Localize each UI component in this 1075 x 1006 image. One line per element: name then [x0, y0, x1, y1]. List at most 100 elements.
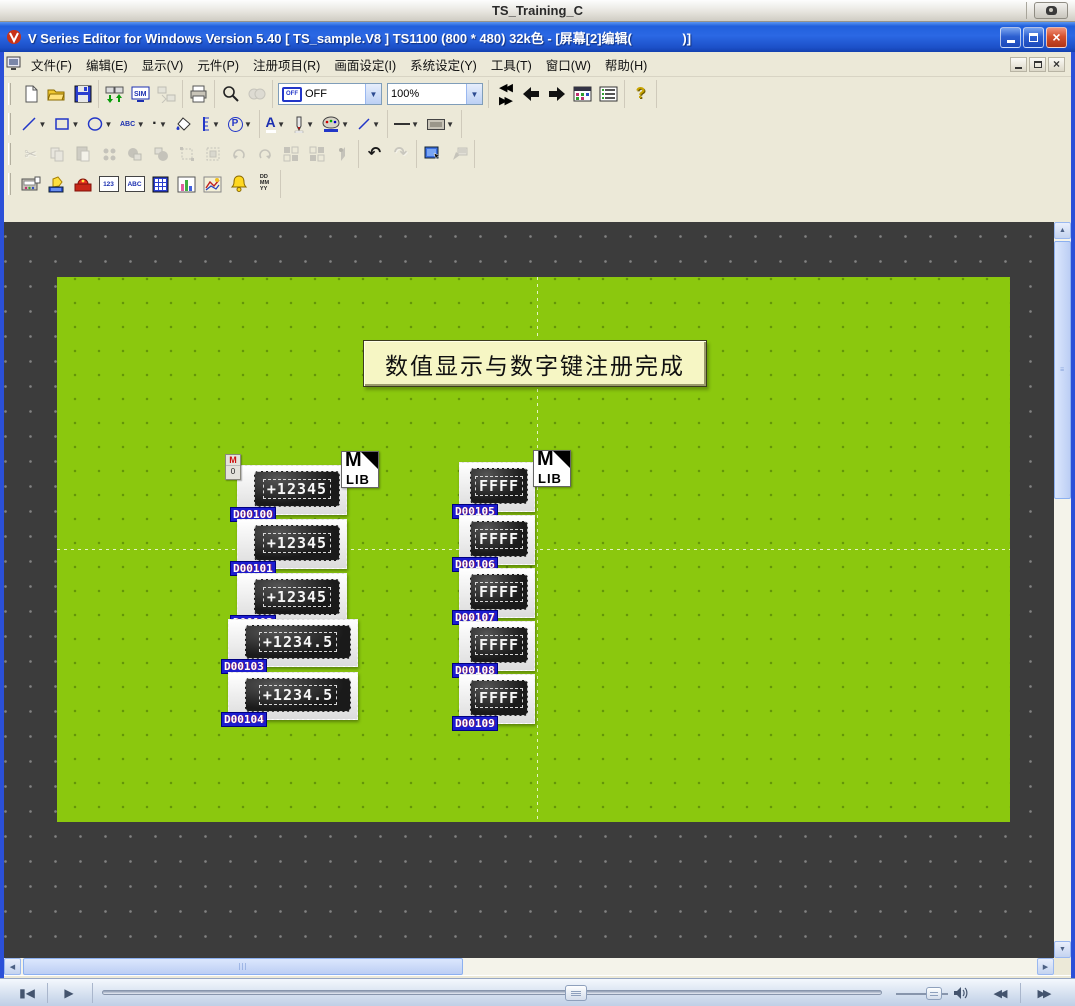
text-display-part-button[interactable]: ABC	[122, 172, 147, 197]
rotate-right-button[interactable]	[252, 142, 277, 167]
line-style-button[interactable]: ▼	[391, 112, 423, 137]
hex-display-d00106[interactable]: FFFF D00106	[459, 515, 535, 565]
upload-transfer-button[interactable]	[154, 82, 179, 107]
align-button[interactable]	[278, 142, 303, 167]
alarm-part-button[interactable]	[70, 172, 95, 197]
chevron-down-icon[interactable]: ▼	[136, 120, 145, 129]
chevron-down-icon[interactable]: ▼	[306, 120, 315, 129]
menu-tools[interactable]: 工具(T)	[484, 52, 539, 77]
ellipse-tool-button[interactable]: ▼	[84, 112, 116, 137]
simulator-button[interactable]: SIM	[128, 82, 153, 107]
dot-tool-button[interactable]: ·▼	[149, 112, 170, 137]
scroll-right-button[interactable]: ▶	[1037, 958, 1054, 975]
open-file-button[interactable]	[44, 82, 69, 107]
lamp-part-button[interactable]	[44, 172, 69, 197]
cut-button[interactable]: ✂	[18, 142, 43, 167]
item-list-button[interactable]	[596, 82, 621, 107]
chevron-down-icon[interactable]: ▼	[372, 120, 381, 129]
numeric-display-d00101[interactable]: +12345 D00101	[237, 519, 347, 569]
paint-tool-button[interactable]	[172, 112, 197, 137]
menu-screen-setting[interactable]: 画面设定(I)	[327, 52, 403, 77]
chevron-down-icon[interactable]: ▼	[212, 120, 221, 129]
vertical-scroll-thumb[interactable]: ≡	[1054, 241, 1071, 499]
text-color-button[interactable]: A▼	[263, 112, 289, 137]
vertical-scrollbar[interactable]: ▲ ≡ ▼	[1054, 222, 1071, 958]
fill-style-button[interactable]: ▼	[424, 112, 458, 137]
chevron-down-icon[interactable]: ▼	[38, 120, 47, 129]
horizontal-scroll-thumb[interactable]: |||	[23, 958, 463, 975]
hex-display-d00109[interactable]: FFFF D00109	[459, 674, 535, 724]
help-button[interactable]: ?	[628, 82, 653, 107]
scroll-up-button[interactable]: ▲	[1054, 222, 1071, 239]
item-edit-button[interactable]	[446, 142, 471, 167]
keypad-part-button[interactable]	[148, 172, 173, 197]
chevron-down-icon[interactable]: ▼	[411, 120, 420, 129]
distribute-button[interactable]	[304, 142, 329, 167]
menu-system-setting[interactable]: 系统设定(Y)	[403, 52, 484, 77]
play-button[interactable]: ▶	[50, 982, 88, 1004]
reduce-button[interactable]	[200, 142, 225, 167]
numeric-display-d00104[interactable]: +1234.5 D00104	[228, 672, 358, 720]
screen-select-button[interactable]	[420, 142, 445, 167]
rotate-left-button[interactable]	[226, 142, 251, 167]
bell-part-button[interactable]	[226, 172, 251, 197]
jump-button[interactable]: ◀◀▶▶	[492, 82, 517, 107]
shape-front-button[interactable]	[122, 142, 147, 167]
point-edit-button[interactable]	[330, 142, 355, 167]
player-camera-button[interactable]	[1034, 2, 1068, 19]
mdi-minimize-button[interactable]	[1010, 57, 1027, 72]
off-state-selector[interactable]: OFF OFF ▼	[278, 83, 382, 105]
chevron-down-icon[interactable]: ▼	[277, 120, 286, 129]
menu-file[interactable]: 文件(F)	[24, 52, 79, 77]
parts-tool-button[interactable]: P▼	[225, 112, 256, 137]
mdi-close-button[interactable]: ×	[1048, 57, 1065, 72]
print-button[interactable]	[186, 82, 211, 107]
switch-part-button[interactable]	[18, 172, 43, 197]
menu-edit[interactable]: 编辑(E)	[79, 52, 135, 77]
numeric-display-d00103[interactable]: +1234.5 D00103	[228, 619, 358, 667]
annotation-text-box[interactable]: 数值显示与数字键注册完成	[363, 340, 707, 387]
palette-button[interactable]: ▼	[319, 112, 353, 137]
toolbar-grip[interactable]	[8, 83, 11, 105]
mdi-restore-button[interactable]	[1029, 57, 1046, 72]
zoom-tool-button[interactable]	[218, 82, 243, 107]
menu-help[interactable]: 帮助(H)	[598, 52, 654, 77]
rewind-button[interactable]: ◀◀	[982, 982, 1016, 1004]
enlarge-button[interactable]	[174, 142, 199, 167]
undo-button[interactable]: ↶	[362, 142, 387, 167]
chevron-down-icon[interactable]: ▼	[244, 120, 253, 129]
scale-tool-button[interactable]: ▼	[198, 112, 224, 137]
horizontal-scrollbar[interactable]: ◀ ||| ▶	[4, 958, 1054, 975]
menu-registration[interactable]: 注册项目(R)	[246, 52, 327, 77]
fast-forward-button[interactable]: ▶▶	[1026, 982, 1060, 1004]
close-button[interactable]: ×	[1046, 27, 1067, 48]
save-button[interactable]	[70, 82, 95, 107]
date-part-button[interactable]: DDMMYY	[252, 172, 277, 197]
scroll-down-button[interactable]: ▼	[1054, 941, 1071, 958]
scroll-left-button[interactable]: ◀	[4, 958, 21, 975]
edit-workarea[interactable]: 数值显示与数字键注册完成 +12345 D00100 +12345 D00101…	[4, 222, 1054, 958]
toolbar-grip[interactable]	[8, 113, 11, 135]
chevron-down-icon[interactable]: ▼	[446, 120, 455, 129]
seek-thumb[interactable]	[565, 985, 587, 1001]
back-button[interactable]	[518, 82, 543, 107]
line-color-button[interactable]: ▼	[354, 112, 384, 137]
text-tool-button[interactable]: ABC▼	[117, 112, 148, 137]
skip-start-button[interactable]: ▮◀	[8, 982, 46, 1004]
copy-button[interactable]	[44, 142, 69, 167]
menu-window[interactable]: 窗口(W)	[539, 52, 598, 77]
maximize-button[interactable]	[1023, 27, 1044, 48]
numeric-display-d00102[interactable]: +12345 D00102	[237, 573, 347, 623]
redo-button[interactable]: ↷	[388, 142, 413, 167]
chevron-down-icon[interactable]: ▼	[71, 120, 80, 129]
chevron-down-icon[interactable]: ▼	[159, 120, 168, 129]
zoom-level-selector[interactable]: 100% ▼	[387, 83, 483, 105]
new-file-button[interactable]	[18, 82, 43, 107]
chevron-down-icon[interactable]: ▼	[104, 120, 113, 129]
item-grid-button[interactable]	[570, 82, 595, 107]
chevron-down-icon[interactable]: ▼	[341, 120, 350, 129]
trend-part-button[interactable]	[200, 172, 225, 197]
chevron-down-icon[interactable]: ▼	[466, 84, 482, 104]
menu-view[interactable]: 显示(V)	[135, 52, 191, 77]
dual-view-button[interactable]	[244, 82, 269, 107]
